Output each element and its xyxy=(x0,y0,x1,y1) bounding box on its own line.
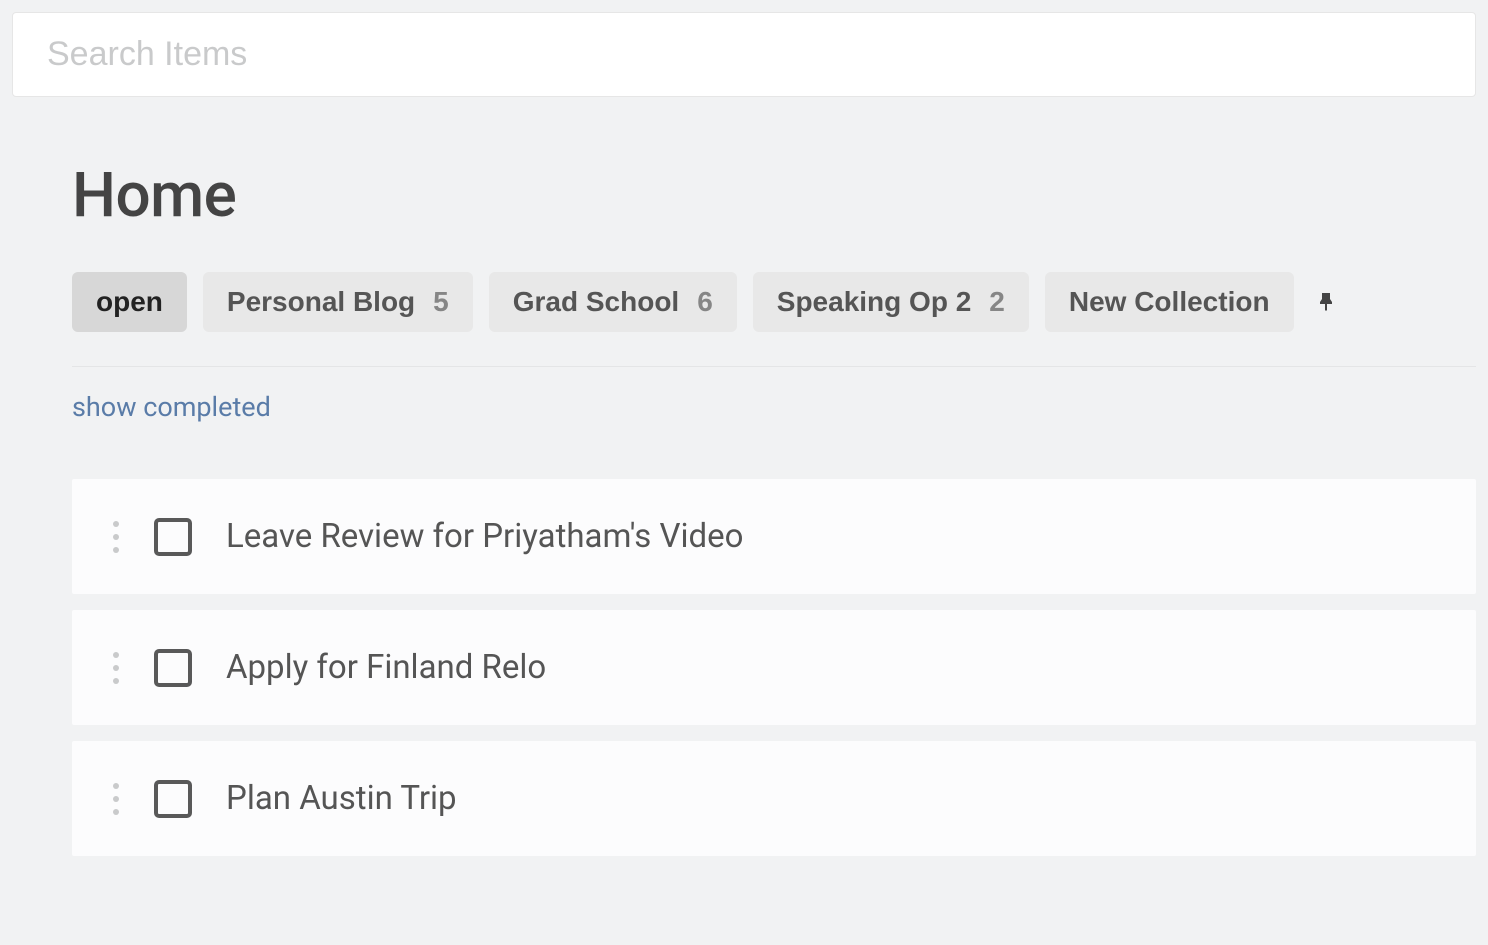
filter-label: Personal Blog xyxy=(227,286,415,318)
task-row: Leave Review for Priyatham's Video xyxy=(72,479,1476,594)
task-list: Leave Review for Priyatham's Video Apply… xyxy=(72,479,1476,856)
filter-chip-grad-school[interactable]: Grad School 6 xyxy=(489,272,737,332)
search-container xyxy=(12,12,1476,97)
filter-chip-open[interactable]: open xyxy=(72,272,187,332)
filter-label: open xyxy=(96,286,163,318)
task-checkbox[interactable] xyxy=(154,780,192,818)
page-title: Home xyxy=(72,159,1476,232)
filter-count: 6 xyxy=(697,286,713,318)
main-content: Home open Personal Blog 5 Grad School 6 … xyxy=(12,97,1476,856)
show-completed-link[interactable]: show completed xyxy=(72,391,271,423)
app-root: Home open Personal Blog 5 Grad School 6 … xyxy=(0,0,1488,945)
drag-handle-icon[interactable] xyxy=(112,521,120,553)
filter-label: New Collection xyxy=(1069,286,1270,318)
search-input[interactable] xyxy=(47,35,1441,74)
filter-label: Grad School xyxy=(513,286,679,318)
task-checkbox[interactable] xyxy=(154,518,192,556)
filter-chip-new-collection[interactable]: New Collection xyxy=(1045,272,1294,332)
filter-chip-personal-blog[interactable]: Personal Blog 5 xyxy=(203,272,473,332)
pin-icon[interactable] xyxy=(1314,290,1338,314)
task-title[interactable]: Plan Austin Trip xyxy=(226,779,457,818)
task-title[interactable]: Leave Review for Priyatham's Video xyxy=(226,517,743,556)
filter-count: 5 xyxy=(433,286,449,318)
task-row: Apply for Finland Relo xyxy=(72,610,1476,725)
task-checkbox[interactable] xyxy=(154,649,192,687)
task-row: Plan Austin Trip xyxy=(72,741,1476,856)
filter-count: 2 xyxy=(989,286,1005,318)
task-title[interactable]: Apply for Finland Relo xyxy=(226,648,546,687)
drag-handle-icon[interactable] xyxy=(112,652,120,684)
filter-label: Speaking Op 2 xyxy=(777,286,972,318)
filter-chip-speaking-op-2[interactable]: Speaking Op 2 2 xyxy=(753,272,1029,332)
drag-handle-icon[interactable] xyxy=(112,783,120,815)
filter-row: open Personal Blog 5 Grad School 6 Speak… xyxy=(72,272,1476,367)
